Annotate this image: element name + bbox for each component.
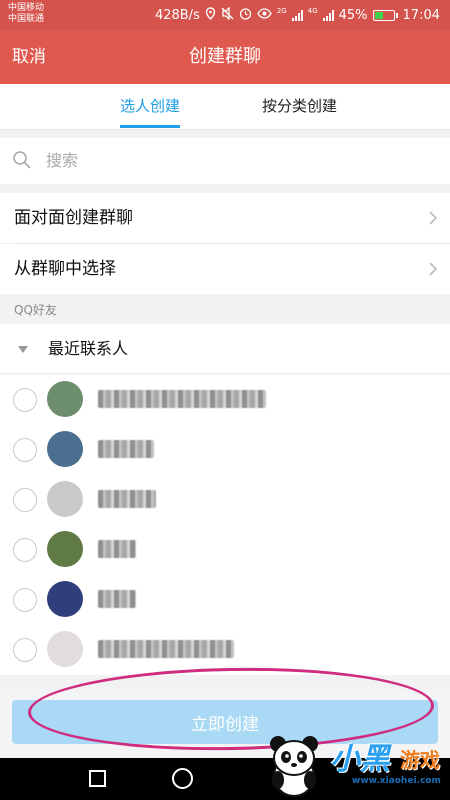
list-item[interactable]	[0, 375, 450, 425]
tab-bar: 选人创建 按分类创建	[0, 84, 450, 130]
avatar	[47, 531, 83, 567]
chevron-right-icon	[429, 211, 438, 225]
title-bar: 取消 创建群聊	[0, 30, 450, 84]
face-to-face-row[interactable]: 面对面创建群聊	[0, 193, 450, 243]
contact-name-redacted	[98, 540, 136, 558]
home-icon[interactable]	[172, 768, 193, 789]
list-item[interactable]	[0, 425, 450, 475]
list-item[interactable]	[0, 625, 450, 675]
avatar	[47, 631, 83, 667]
carrier-info: 中国移动 中国联通	[8, 3, 44, 25]
select-radio[interactable]	[13, 588, 37, 612]
contact-name-redacted	[98, 490, 156, 508]
tab-active-indicator	[120, 125, 181, 128]
status-indicators: 428B/s 2G 4G 45% 17:04	[155, 0, 440, 30]
location-icon	[205, 7, 216, 23]
list-item[interactable]	[0, 575, 450, 625]
status-bar: 中国移动 中国联通 428B/s 2G 4G 45% 17:04	[0, 0, 450, 30]
search-input[interactable]: 搜索	[46, 138, 78, 184]
watermark: 小黑 游戏 www.xiaohei.com	[260, 730, 450, 800]
contact-name-redacted	[98, 440, 154, 458]
expand-triangle-icon	[18, 346, 28, 353]
net-type-1: 2G	[276, 7, 287, 15]
watermark-brand-game: 游戏	[400, 748, 440, 772]
tab-select-people[interactable]: 选人创建	[120, 84, 181, 130]
contact-list	[0, 375, 450, 675]
chevron-right-icon	[429, 262, 438, 276]
alarm-icon	[239, 7, 252, 23]
avatar	[47, 581, 83, 617]
page-title: 创建群聊	[189, 46, 261, 67]
search-icon	[13, 151, 31, 169]
screen: 中国移动 中国联通 428B/s 2G 4G 45% 17:04 取消 创建群聊…	[0, 0, 450, 800]
mute-icon	[221, 6, 234, 23]
group-recent-label: 最近联系人	[48, 339, 129, 358]
from-group-row[interactable]: 从群聊中选择	[0, 244, 450, 294]
tab-select-people-label: 选人创建	[120, 97, 181, 115]
avatar	[47, 381, 83, 417]
list-item[interactable]	[0, 525, 450, 575]
network-speed: 428B/s	[154, 7, 200, 23]
contact-name-redacted	[98, 640, 234, 658]
search-bar[interactable]: 搜索	[0, 138, 450, 184]
watermark-url: www.xiaohei.com	[352, 776, 441, 786]
clock: 17:04	[402, 7, 440, 23]
watermark-brand: 小黑	[330, 742, 390, 777]
tab-by-category[interactable]: 按分类创建	[262, 84, 337, 130]
signal-icon-1	[291, 9, 303, 21]
list-item[interactable]	[0, 475, 450, 525]
panda-logo-icon	[270, 736, 318, 797]
signal-icon-2	[322, 9, 334, 21]
tab-by-category-label: 按分类创建	[262, 97, 338, 115]
battery-percent: 45%	[338, 7, 368, 23]
avatar	[47, 431, 83, 467]
contact-name-redacted	[98, 590, 136, 608]
section-qq-friends: QQ好友	[14, 303, 57, 317]
select-radio[interactable]	[13, 388, 37, 412]
avatar	[47, 481, 83, 517]
contact-name-redacted	[98, 390, 266, 408]
from-group-label: 从群聊中选择	[14, 259, 116, 279]
select-radio[interactable]	[13, 538, 37, 562]
net-type-2: 4G	[307, 7, 318, 15]
recents-icon[interactable]	[89, 770, 106, 787]
eye-icon	[257, 8, 272, 22]
carrier-1: 中国移动	[8, 3, 45, 13]
select-radio[interactable]	[13, 438, 37, 462]
select-radio[interactable]	[13, 638, 37, 662]
battery-icon	[372, 9, 398, 21]
select-radio[interactable]	[13, 488, 37, 512]
carrier-2: 中国联通	[8, 14, 45, 24]
group-recent-contacts[interactable]: 最近联系人	[0, 324, 450, 374]
face-to-face-label: 面对面创建群聊	[14, 208, 133, 228]
